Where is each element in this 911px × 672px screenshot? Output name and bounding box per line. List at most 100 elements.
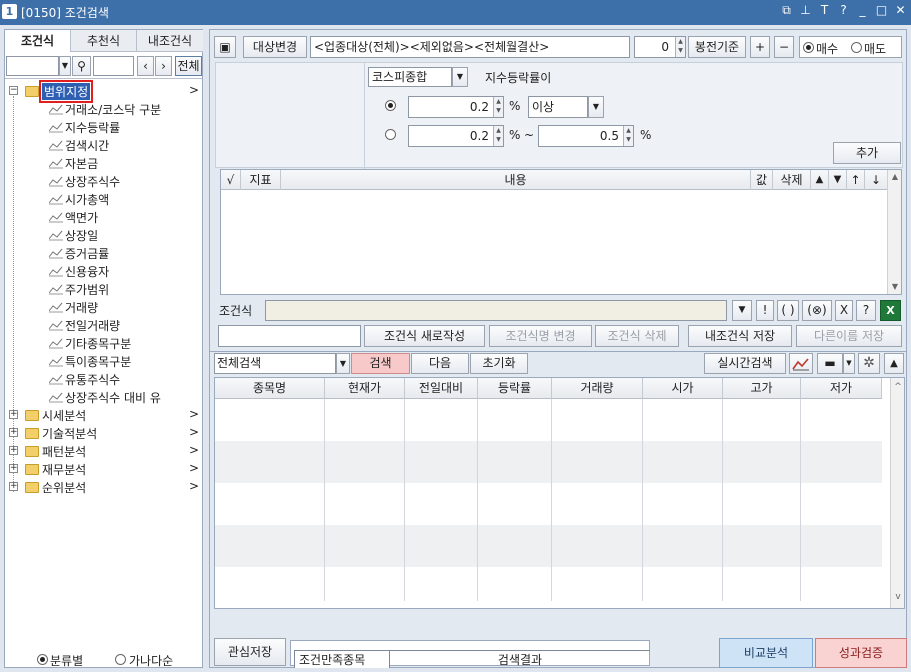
formula-dropdown-icon[interactable]: ▼ (732, 300, 752, 321)
target-change-button[interactable]: 대상변경 (243, 36, 307, 58)
help-icon[interactable]: ? (837, 3, 850, 18)
new-formula-button[interactable]: 조건식 새로작성 (364, 325, 485, 347)
chart-icon[interactable] (789, 353, 813, 374)
all-button[interactable]: 전체 (175, 56, 202, 76)
row1-operator-select[interactable]: 이상 (528, 96, 588, 118)
formula-input[interactable] (265, 300, 727, 321)
scroll-up-icon[interactable]: ▲ (888, 172, 902, 181)
next-button[interactable]: 다음 (411, 353, 469, 374)
results-col-header[interactable]: 등락률 (478, 378, 552, 399)
tree-group[interactable]: + 재무분석 > (5, 460, 202, 478)
font-icon[interactable]: T (818, 3, 831, 18)
layout-dropdown-icon[interactable]: ▼ (843, 353, 855, 374)
op-not-button[interactable]: ! (756, 300, 774, 321)
index-select-arrow[interactable]: ▼ (452, 67, 468, 87)
candle-spinner[interactable]: ▲ ▼ (675, 37, 685, 57)
tree-item[interactable]: 액면가 (5, 208, 202, 226)
minimize-icon[interactable]: _ (856, 3, 869, 18)
performance-verify-button[interactable]: 성과검증 (815, 638, 907, 668)
scroll-down-icon[interactable]: ▼ (888, 282, 902, 291)
tab-search-results[interactable]: 검색결과 (390, 650, 650, 668)
tree-item[interactable]: 거래소/코스닥 구분 (5, 100, 202, 118)
collapse-icon[interactable]: − (9, 86, 18, 95)
tree-item[interactable]: 거래량 (5, 298, 202, 316)
tree-item[interactable]: 주가범위 (5, 280, 202, 298)
close-icon[interactable]: ✕ (894, 3, 907, 18)
prev-icon[interactable]: ‹ (137, 56, 154, 76)
tree-item[interactable]: 상장주식수 대비 유 (5, 388, 202, 406)
tab-my-condition[interactable]: 내조건식 (137, 30, 203, 52)
results-col-header[interactable]: 시가 (643, 378, 723, 399)
tree-item[interactable]: 신용융자 (5, 262, 202, 280)
collapse-up-icon[interactable]: ▲ (884, 353, 904, 374)
move-top-icon[interactable]: ↑ (847, 170, 865, 190)
results-col-header[interactable]: 전일대비 (405, 378, 478, 399)
tree-item[interactable]: 지수등락률 (5, 118, 202, 136)
results-scrollbar[interactable]: ^ v (890, 378, 904, 608)
search-input[interactable] (6, 56, 59, 76)
tree-item[interactable]: 유통주식수 (5, 370, 202, 388)
search-icon[interactable]: ⚲ (72, 56, 91, 76)
pin-icon[interactable]: ⊥ (799, 3, 812, 18)
tab-match-items[interactable]: 조건만족종목 (294, 650, 390, 668)
compare-analysis-button[interactable]: 비교분석 (719, 638, 813, 668)
op-help-button[interactable]: ? (856, 300, 876, 321)
tree-item[interactable]: 검색시간 (5, 136, 202, 154)
sort-alphabetical-radio[interactable] (115, 654, 126, 665)
tree-item[interactable]: 기타종목구분 (5, 334, 202, 352)
row2-to-spinner[interactable]: ▲ ▼ (623, 126, 633, 146)
chevron-right-icon[interactable]: > (189, 443, 199, 457)
row1-spinner[interactable]: ▲ ▼ (493, 97, 503, 117)
condition-row1-radio[interactable] (385, 100, 396, 111)
chevron-right-icon[interactable]: > (189, 479, 199, 493)
row2-to-input[interactable]: 0.5 (538, 125, 634, 147)
search-text-input[interactable] (93, 56, 134, 76)
results-col-header[interactable]: 종목명 (215, 378, 325, 399)
rename-formula-button[interactable]: 조건식명 변경 (489, 325, 592, 347)
buy-radio[interactable] (803, 42, 814, 53)
next-icon[interactable]: › (155, 56, 172, 76)
formula-name-input[interactable] (218, 325, 361, 347)
op-paren-button[interactable]: ( ) (777, 300, 799, 321)
expand-icon[interactable]: + (9, 482, 18, 491)
search-scope-arrow[interactable]: ▼ (336, 353, 350, 374)
move-bottom-icon[interactable]: ↓ (865, 170, 887, 190)
chevron-right-icon[interactable]: > (189, 407, 199, 421)
op-exclude-button[interactable]: (⊗) (802, 300, 832, 321)
settings-gear-icon[interactable]: ✲ (858, 353, 880, 374)
restore-icon[interactable]: ⧉ (780, 3, 793, 18)
results-scroll-up-icon[interactable]: ^ (891, 382, 904, 392)
row1-value-input[interactable]: 0.2 (408, 96, 504, 118)
tree-item[interactable]: 시가총액 (5, 190, 202, 208)
results-scroll-down-icon[interactable]: v (891, 592, 904, 602)
results-col-header[interactable]: 현재가 (325, 378, 405, 399)
chevron-right-icon[interactable]: > (189, 425, 199, 439)
chevron-right-icon[interactable]: > (189, 83, 199, 97)
tree-group[interactable]: + 시세분석 > (5, 406, 202, 424)
tree-item[interactable]: 증거금률 (5, 244, 202, 262)
tree-item[interactable]: 상장주식수 (5, 172, 202, 190)
tree-item[interactable]: 특이종목구분 (5, 352, 202, 370)
candle-basis-button[interactable]: 봉전기준 (688, 36, 746, 58)
move-down-icon[interactable]: ▼ (829, 170, 847, 190)
expand-icon[interactable]: + (9, 428, 18, 437)
index-select[interactable]: 코스피종합 (368, 67, 452, 87)
row2-from-spinner[interactable]: ▲ ▼ (493, 126, 503, 146)
op-x-button[interactable]: X (835, 300, 853, 321)
delete-formula-button[interactable]: 조건식 삭제 (595, 325, 679, 347)
tree-root-range[interactable]: − 범위지정 > (5, 80, 202, 103)
save-interest-button[interactable]: 관심저장 (214, 638, 286, 666)
sell-radio[interactable] (851, 42, 862, 53)
search-dropdown[interactable]: ▼ (59, 56, 71, 76)
move-up-icon[interactable]: ▲ (811, 170, 829, 190)
tab-condition[interactable]: 조건식 (5, 30, 71, 52)
tree-group[interactable]: + 패턴분석 > (5, 442, 202, 460)
results-col-header[interactable]: 고가 (723, 378, 801, 399)
condition-row2-radio[interactable] (385, 129, 396, 140)
layout-icon[interactable]: ▬ (817, 353, 843, 374)
tree-item[interactable]: 상장일 (5, 226, 202, 244)
add-button[interactable]: 추가 (833, 142, 901, 164)
tree-group[interactable]: + 기술적분석 > (5, 424, 202, 442)
excel-icon[interactable]: X (880, 300, 901, 321)
expand-icon[interactable]: + (9, 464, 18, 473)
